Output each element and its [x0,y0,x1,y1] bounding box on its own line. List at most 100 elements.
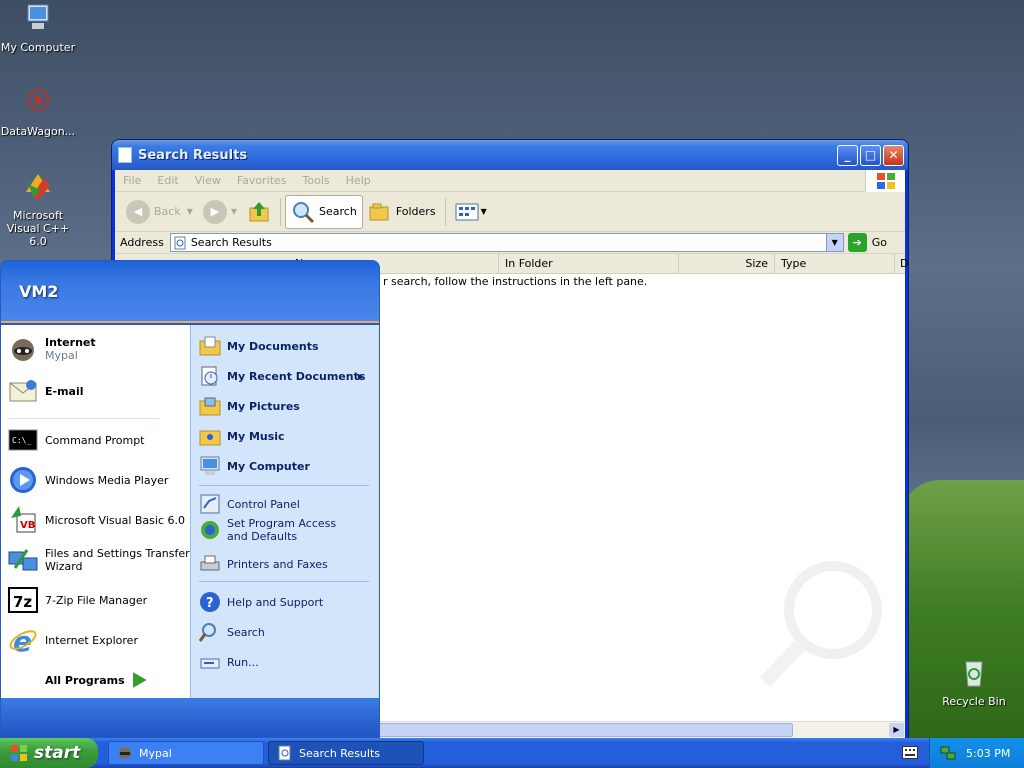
views-button[interactable]: ▼ [450,195,492,229]
close-button[interactable]: ✕ [883,144,904,166]
magnifier-icon [293,201,315,223]
start-menu-header: VM2 [1,261,379,323]
forward-button[interactable]: ▶ ▼ [198,195,242,229]
column-size[interactable]: Size [679,254,775,274]
scroll-right-button[interactable]: ▶ [889,723,904,737]
recent-label: Microsoft Visual Basic 6.0 [45,513,186,527]
search-label: Search [319,205,357,218]
column-in-folder[interactable]: In Folder [499,254,679,274]
place-label: My Pictures [227,399,300,413]
recent-command-prompt[interactable]: C:\_ Command Prompt [7,424,145,456]
svg-text:e: e [13,625,32,656]
maximize-button[interactable]: □ [860,144,881,166]
address-input[interactable]: Search Results ▼ [169,233,844,252]
menu-help[interactable]: Help [338,174,379,187]
back-button[interactable]: ◀ Back ▼ [121,195,198,229]
views-icon [455,203,479,220]
desktop-icon-visual-cpp[interactable]: Microsoft Visual C++ 6.0 [0,170,78,248]
all-programs-button[interactable]: All Programs [45,672,147,688]
transfer-wizard-icon [8,549,38,571]
menu-file[interactable]: File [115,174,149,187]
keyboard-icon[interactable] [902,746,918,759]
search-results-icon [118,147,132,163]
pinned-internet[interactable]: Internet Mypal [7,333,96,365]
forward-dropdown-icon[interactable]: ▼ [231,207,237,216]
start-menu-places: My Documents My Recent Documents ▶ My Pi… [190,325,379,700]
desktop-icon-label: Microsoft Visual C++ 6.0 [6,209,70,248]
system-printers[interactable]: Printers and Faxes [199,553,328,575]
windows-flag-icon [11,745,27,761]
back-dropdown-icon[interactable]: ▼ [187,207,193,216]
place-my-pictures[interactable]: My Pictures [199,395,300,417]
network-icon[interactable] [940,745,956,761]
recent-label: Command Prompt [45,433,145,447]
tool-label: Search [227,625,265,639]
recent-transfer-wizard[interactable]: Files and Settings Transfer Wizard [7,544,190,576]
tool-search[interactable]: Search [199,621,265,643]
svg-text:C:\_: C:\_ [12,436,31,445]
desktop-icon-my-computer[interactable]: My Computer [0,2,78,54]
start-button[interactable]: start [0,738,98,768]
menu-favorites[interactable]: Favorites [229,174,295,187]
recent-internet-explorer[interactable]: e Internet Explorer [7,624,138,656]
tool-label: Help and Support [227,595,324,609]
address-dropdown-button[interactable]: ▼ [825,234,843,251]
menu-view[interactable]: View [187,174,229,187]
visual-cpp-icon [26,174,50,200]
search-results-icon [278,745,291,761]
address-label: Address [120,236,164,249]
place-my-documents[interactable]: My Documents [199,335,319,357]
column-type[interactable]: Type [775,254,895,274]
visual-basic-icon: VB [11,506,36,533]
place-label: My Documents [227,339,319,353]
place-my-music[interactable]: My Music [199,425,285,447]
desktop-icon-label: My Computer [0,41,76,54]
tool-run[interactable]: Run... [199,651,259,673]
email-icon [9,380,37,402]
place-my-recent-documents[interactable]: My Recent Documents ▶ [199,365,374,387]
views-dropdown-icon: ▼ [480,207,487,216]
back-arrow-icon: ◀ [126,199,150,224]
back-label: Back [154,205,181,218]
recent-label: Internet Explorer [45,633,138,647]
system-control-panel[interactable]: Control Panel [199,493,300,515]
folders-icon [369,203,389,220]
desktop-icon-datawagon[interactable]: DataWagon... [0,86,78,138]
folders-button[interactable]: Folders [363,195,441,229]
ie-icon: e [9,625,37,656]
run-icon [200,658,220,669]
system-program-access[interactable]: Set Program Access and Defaults [199,517,359,543]
recent-visual-basic[interactable]: VB Microsoft Visual Basic 6.0 [7,504,185,536]
menu-tools[interactable]: Tools [295,174,338,187]
recent-media-player[interactable]: Windows Media Player [7,464,168,496]
window-titlebar[interactable]: Search Results _ □ ✕ [112,140,908,170]
folders-label: Folders [395,205,436,218]
media-player-icon [10,467,36,493]
documents-folder-icon [199,336,221,356]
pinned-label: Internet [45,336,96,349]
scrollbar-thumb[interactable] [363,723,793,737]
recycle-bin-icon [965,661,983,687]
pinned-email[interactable]: E-mail [7,375,84,407]
svg-text:VB: VB [20,520,35,531]
up-folder-button[interactable] [242,195,276,229]
taskbar: start Mypal Search Results 5:03 PM [0,738,1024,768]
task-search-results[interactable]: Search Results [268,741,424,765]
recent-7zip[interactable]: 7z 7-Zip File Manager [7,584,147,616]
desktop-icon-recycle-bin[interactable]: Recycle Bin [934,656,1014,708]
task-label: Search Results [299,746,381,760]
desktop-icon-label: DataWagon... [0,125,76,138]
go-button[interactable]: ➔ Go [847,233,905,252]
clock[interactable]: 5:03 PM [966,747,1010,760]
minimize-button[interactable]: _ [837,144,858,166]
menu-divider [199,485,369,486]
tool-help-support[interactable]: ? Help and Support [199,591,323,613]
column-date[interactable]: D [895,254,908,274]
task-mypal[interactable]: Mypal [108,741,264,765]
desktop-icon-label: Recycle Bin [942,695,1006,708]
place-my-computer[interactable]: My Computer [199,455,310,477]
search-toggle-button[interactable]: Search [285,194,363,229]
menu-edit[interactable]: Edit [149,174,186,187]
toolbar-separator [444,197,446,226]
recent-label: Files and Settings Transfer Wizard [45,547,190,573]
